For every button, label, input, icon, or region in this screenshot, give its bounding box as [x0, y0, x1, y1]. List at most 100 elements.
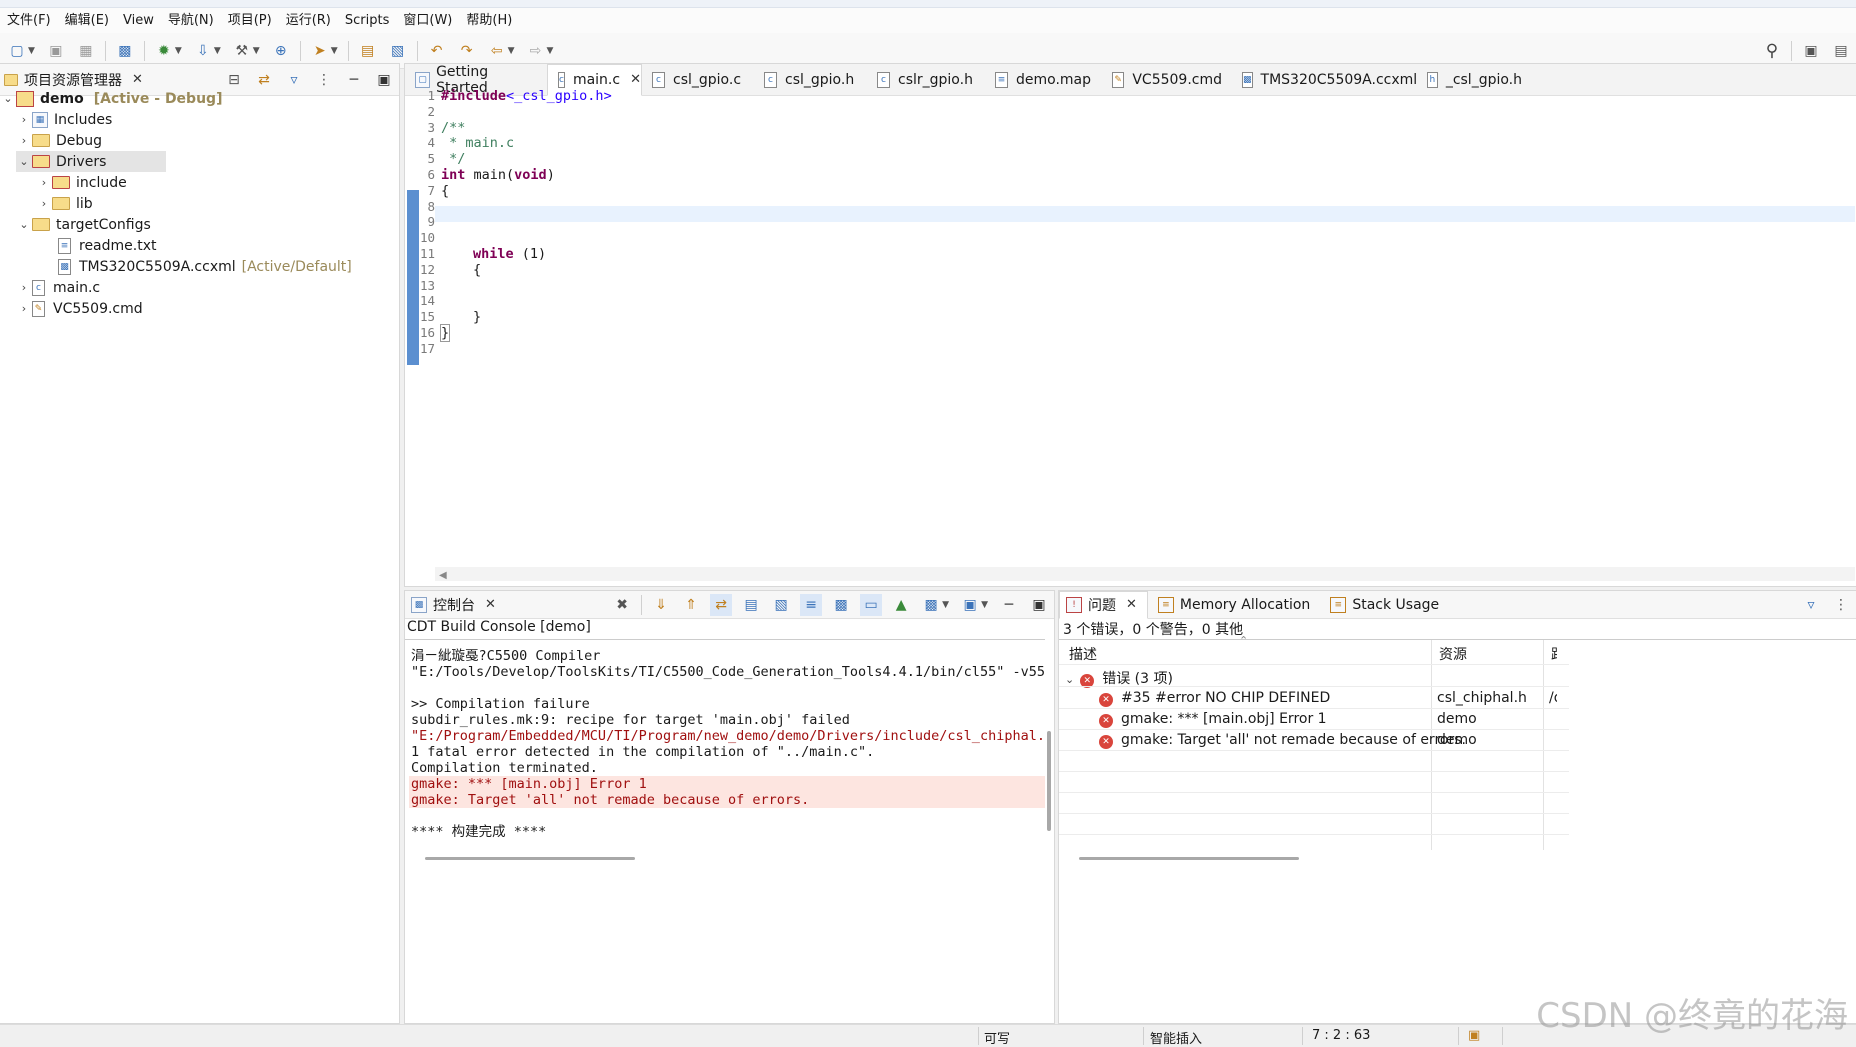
tree-item-includes[interactable]: › ▦ Includes [16, 109, 112, 130]
problem-row[interactable]: ✕ #35 #error NO CHIP DEFINED [1099, 690, 1330, 707]
load-dropdown-icon[interactable]: ▼ [214, 46, 221, 56]
minimize-icon[interactable]: ─ [998, 594, 1020, 616]
save-icon[interactable]: ▣ [45, 40, 67, 62]
back-dropdown-icon[interactable]: ▼ [508, 46, 515, 56]
new-console-icon[interactable]: ▣ [959, 594, 981, 616]
expand-icon[interactable]: ⌄ [0, 92, 16, 105]
c-file-icon: c [558, 71, 565, 88]
collapse-chevron-icon[interactable]: › [36, 197, 52, 210]
forward-dropdown-icon[interactable]: ▼ [547, 46, 554, 56]
folder-icon [52, 197, 70, 210]
menu-scripts[interactable]: Scripts [338, 8, 396, 33]
save-log-icon[interactable]: ▩ [830, 594, 852, 616]
tree-item-drivers[interactable]: ⌄ Drivers [16, 151, 166, 172]
menu-project[interactable]: 项目(P) [221, 8, 279, 33]
show-console-icon[interactable]: ▭ [860, 593, 883, 616]
collapse-chevron-icon[interactable]: › [16, 281, 32, 294]
tree-item-include[interactable]: › include [36, 172, 127, 193]
code-area[interactable]: 1 2 3 4 5 6 7 8 9 10 11 12 13 14 15 16 1… [405, 88, 1856, 558]
tree-item-ccxml[interactable]: ▩ TMS320C5509A.ccxml [Active/Default] [58, 256, 352, 277]
collapse-chevron-icon[interactable]: › [16, 134, 32, 147]
ccs-edit-icon[interactable]: ▤ [1830, 40, 1852, 62]
pin-console-icon[interactable]: ▲ [890, 594, 912, 616]
prev-error-icon[interactable]: ⇑ [680, 594, 702, 616]
menu-window[interactable]: 窗口(W) [396, 8, 459, 33]
debug-dropdown-icon[interactable]: ▼ [175, 46, 182, 56]
tree-item-readme[interactable]: ≡ readme.txt [58, 235, 157, 256]
error-group-row[interactable]: ⌄ ✕ 错误 (3 项) [1065, 668, 1173, 688]
display-console-dropdown-icon[interactable]: ▼ [942, 600, 949, 610]
close-icon[interactable]: ✕ [485, 597, 496, 612]
next-error-icon[interactable]: ⇓ [650, 594, 672, 616]
open-perspective-icon[interactable]: ▤ [357, 40, 379, 62]
new-icon[interactable]: ▢ [6, 40, 28, 62]
build-hammer-icon[interactable]: ⚒ [231, 40, 253, 62]
maximize-icon[interactable]: ▣ [1028, 594, 1050, 616]
collapse-chevron-icon[interactable]: › [16, 113, 32, 126]
display-console-icon[interactable]: ▩ [920, 594, 942, 616]
scroll-lock-icon[interactable]: ▧ [770, 594, 792, 616]
menu-navigate[interactable]: 导航(N) [161, 8, 221, 33]
menu-help[interactable]: 帮助(H) [459, 8, 519, 33]
collapse-chevron-icon[interactable]: › [36, 176, 52, 189]
menu-edit[interactable]: 编辑(E) [58, 8, 116, 33]
tree-item-targetconfigs[interactable]: ⌄ targetConfigs [16, 214, 150, 235]
column-resource[interactable]: 资源 [1439, 644, 1467, 664]
expand-icon[interactable]: ⌄ [16, 155, 32, 168]
tree-item-debug[interactable]: › Debug [16, 130, 102, 151]
tab-problems[interactable]: ! 问题 ✕ [1059, 590, 1148, 619]
scroll-left-icon[interactable]: ◀ [439, 570, 447, 581]
flash-dropdown-icon[interactable]: ▼ [331, 46, 338, 56]
tab-stack-usage[interactable]: ≡ Stack Usage [1320, 591, 1449, 619]
project-tree: ⌄ demo [Active - Debug] › ▦ Includes › D… [0, 88, 398, 388]
problems-horizontal-scrollbar[interactable] [1079, 857, 1299, 860]
expand-icon[interactable]: ⌄ [16, 218, 32, 231]
load-icon[interactable]: ⇩ [192, 40, 214, 62]
view-menu-icon[interactable]: ⋮ [1830, 594, 1852, 616]
debug-icon[interactable]: ✹ [153, 40, 175, 62]
console-panel: ▩ 控制台 ✕ ✖ ⇓ ⇑ ⇄ ▤ ▧ ≡ ▩ ▭ ▲ ▩ ▼ ▣ ▼ ─ ▣ CD… [404, 590, 1055, 1024]
new-console-dropdown-icon[interactable]: ▼ [981, 600, 988, 610]
close-icon[interactable]: ✕ [1126, 597, 1137, 612]
tree-item-lib[interactable]: › lib [36, 193, 93, 214]
close-icon[interactable]: ✕ [132, 72, 143, 87]
column-path[interactable]: 路径 [1551, 644, 1557, 664]
search-refs-icon[interactable]: ⊕ [270, 40, 292, 62]
back-icon[interactable]: ⇦ [486, 40, 508, 62]
word-wrap-icon[interactable]: ≡ [800, 593, 823, 616]
editor-horizontal-scrollbar[interactable]: ◀ [435, 567, 1855, 581]
console-output[interactable]: 涓ㄧ紪璇戞?C5500 Compiler "E:/Tools/Develop/T… [405, 639, 1045, 867]
terminal-icon[interactable]: ▩ [114, 40, 136, 62]
menu-file[interactable]: 文件(F) [0, 8, 58, 33]
search-icon[interactable]: ⚲ [1761, 40, 1783, 62]
open-type-icon[interactable]: ▧ [387, 40, 409, 62]
column-description[interactable]: 描述 [1069, 644, 1097, 664]
forward-icon[interactable]: ⇨ [525, 40, 547, 62]
tab-memory-allocation[interactable]: ≡ Memory Allocation [1148, 591, 1320, 619]
flash-icon[interactable]: ➤ [309, 40, 331, 62]
new-dropdown-icon[interactable]: ▼ [28, 46, 35, 56]
tree-project-demo[interactable]: ⌄ demo [Active - Debug] [0, 88, 222, 109]
console-horizontal-scrollbar[interactable] [425, 857, 635, 860]
tree-item-cmd[interactable]: › ✎ VC5509.cmd [16, 298, 143, 319]
console-icon: ▩ [411, 596, 427, 613]
clear-console-icon[interactable]: ✖ [611, 594, 633, 616]
menu-run[interactable]: 运行(R) [279, 8, 338, 33]
filter-icon[interactable]: ▿ [1800, 594, 1822, 616]
perspective-icon[interactable]: ▣ [1800, 40, 1822, 62]
save-all-icon[interactable]: ▦ [75, 40, 97, 62]
expand-icon[interactable]: ⌄ [1065, 673, 1074, 686]
close-tab-icon[interactable]: ✕ [630, 72, 641, 87]
copy-build-log-icon[interactable]: ▤ [740, 594, 762, 616]
next-annotation-icon[interactable]: ↷ [456, 40, 478, 62]
link-icon[interactable]: ⇄ [710, 593, 733, 616]
console-vertical-scrollbar[interactable] [1047, 731, 1051, 831]
menu-view[interactable]: View [116, 8, 161, 33]
tree-item-main-c[interactable]: › c main.c [16, 277, 100, 298]
prev-annotation-icon[interactable]: ↶ [426, 40, 448, 62]
tab-console[interactable]: ▩ 控制台 ✕ [405, 591, 506, 619]
collapse-chevron-icon[interactable]: › [16, 302, 32, 315]
problem-row[interactable]: ✕ gmake: *** [main.obj] Error 1 [1099, 711, 1327, 728]
build-dropdown-icon[interactable]: ▼ [253, 46, 260, 56]
problem-row[interactable]: ✕ gmake: Target 'all' not remade because … [1099, 732, 1466, 749]
